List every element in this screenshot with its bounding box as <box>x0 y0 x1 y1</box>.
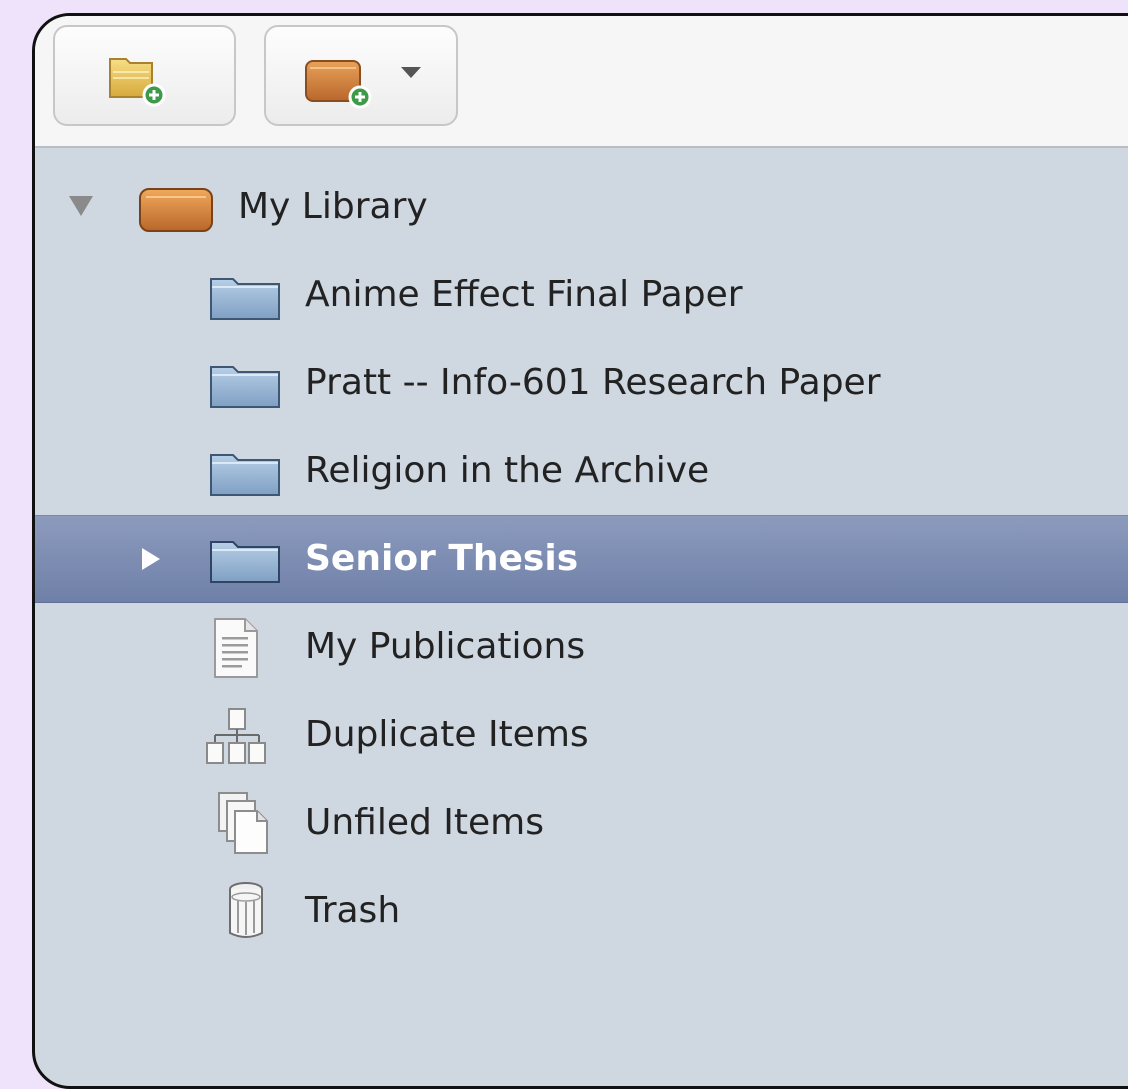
tree-item-label: Senior Thesis <box>305 538 579 579</box>
trash-icon <box>229 882 263 938</box>
tree-item-label: Religion in the Archive <box>305 450 710 491</box>
folder-add-icon <box>109 58 166 107</box>
collection-tree: My Library Anime Effect Final Paper Prat… <box>35 146 1128 1086</box>
new-collection-button[interactable] <box>53 25 236 126</box>
tree-item-label: My Publications <box>305 626 586 667</box>
tree-item-label: My Library <box>238 186 428 227</box>
collapse-arrow-icon[interactable] <box>69 196 93 216</box>
expand-arrow-icon[interactable] <box>142 548 160 570</box>
library-add-icon <box>305 60 372 109</box>
tree-item-collection[interactable]: Anime Effect Final Paper <box>35 251 1128 339</box>
library-icon <box>139 188 213 232</box>
folder-icon <box>210 541 280 583</box>
tree-item-label: Unfiled Items <box>305 802 544 843</box>
duplicate-items-icon <box>206 708 266 764</box>
tree-item-duplicate-items[interactable]: Duplicate Items <box>35 691 1128 779</box>
tree-item-label: Pratt -- Info-601 Research Paper <box>305 362 881 403</box>
tree-item-my-publications[interactable]: My Publications <box>35 603 1128 691</box>
tree-item-collection-selected[interactable]: Senior Thesis <box>35 515 1128 603</box>
tree-item-unfiled-items[interactable]: Unfiled Items <box>35 779 1128 867</box>
unfiled-items-icon <box>218 792 268 854</box>
tree-item-collection[interactable]: Religion in the Archive <box>35 427 1128 515</box>
tree-item-label: Duplicate Items <box>305 714 589 755</box>
folder-icon <box>210 366 280 408</box>
caret-down-icon[interactable] <box>401 67 421 78</box>
tree-item-label: Anime Effect Final Paper <box>305 274 743 315</box>
tree-item-collection[interactable]: Pratt -- Info-601 Research Paper <box>35 339 1128 427</box>
folder-icon <box>210 454 280 496</box>
collections-pane: My Library Anime Effect Final Paper Prat… <box>32 13 1128 1089</box>
tree-item-my-library[interactable]: My Library <box>35 163 1128 251</box>
new-library-button[interactable] <box>264 25 458 126</box>
tree-item-label: Trash <box>305 890 401 931</box>
folder-icon <box>210 278 280 320</box>
tree-item-trash[interactable]: Trash <box>35 867 1128 955</box>
toolbar <box>35 16 1128 148</box>
document-icon <box>214 618 258 678</box>
